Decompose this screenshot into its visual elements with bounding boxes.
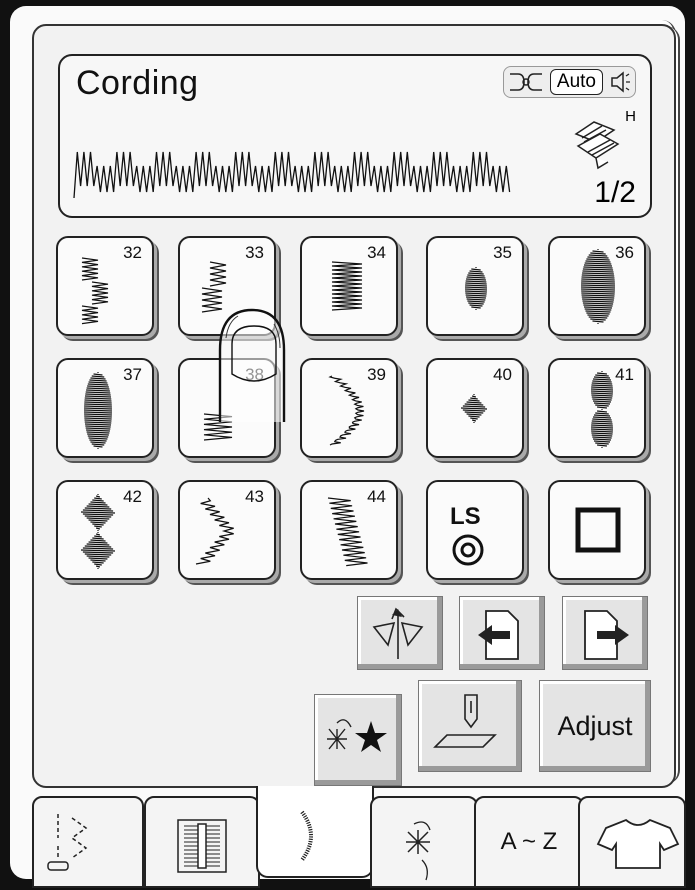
tab-utility-icon bbox=[47, 814, 88, 871]
tab-buttonhole[interactable] bbox=[144, 796, 260, 888]
stitch-key-42[interactable]: 42 bbox=[56, 480, 154, 580]
memory-button[interactable] bbox=[314, 694, 402, 786]
stitch-pattern-icon bbox=[331, 261, 363, 311]
memory-star-icon bbox=[327, 719, 387, 752]
stitch-key-41[interactable]: 41 bbox=[548, 358, 646, 458]
needle-position-icon bbox=[433, 694, 497, 748]
page-indicator: 1/2 bbox=[594, 176, 636, 209]
tab-buttonhole-icon bbox=[177, 819, 227, 873]
stitch-preview bbox=[73, 151, 511, 199]
stitch-pattern-icon bbox=[327, 497, 368, 567]
mirror-image-icon bbox=[372, 607, 424, 659]
stitch-key-35[interactable]: 35 bbox=[426, 236, 524, 336]
tab-alphabet[interactable]: A ~ Z bbox=[474, 796, 584, 888]
stitch-pattern-icon bbox=[81, 257, 109, 325]
needle-position-button[interactable] bbox=[418, 680, 522, 772]
tab-garment[interactable] bbox=[578, 796, 686, 888]
auto-tension-label: Auto bbox=[549, 69, 603, 95]
tab-garment-icon bbox=[596, 818, 680, 869]
stitch-pattern-icon bbox=[460, 394, 488, 423]
speaker-icon bbox=[611, 71, 630, 93]
stitch-pattern-icon bbox=[83, 372, 113, 449]
tab-satin[interactable] bbox=[256, 786, 374, 878]
stitch-pattern-icon bbox=[201, 261, 227, 313]
header-status-group: Auto bbox=[502, 66, 636, 98]
adjust-button[interactable]: Adjust bbox=[539, 680, 651, 772]
foot-code: H bbox=[625, 108, 636, 125]
lcd-screen: Cording Auto H 1/2 32 33 34 35 36 37 38 39 40 41 bbox=[32, 24, 676, 788]
stitch-key-38[interactable]: 38 bbox=[178, 358, 276, 458]
long-stitch-icon: LS bbox=[450, 503, 484, 566]
stitch-key-40[interactable]: 40 bbox=[426, 358, 524, 458]
stitch-key-32[interactable]: 32 bbox=[56, 236, 154, 336]
stitch-pattern-icon bbox=[590, 371, 614, 448]
tab-decorative-icon bbox=[406, 821, 431, 881]
mirror-image-button[interactable] bbox=[357, 596, 443, 670]
page-back-icon bbox=[478, 610, 519, 660]
stitch-key-extra-13[interactable]: LS bbox=[426, 480, 524, 580]
stitch-pattern-icon bbox=[328, 375, 365, 446]
presser-foot-icon bbox=[574, 121, 620, 170]
tab-utility[interactable] bbox=[32, 796, 144, 888]
stitch-pattern-icon bbox=[580, 249, 616, 324]
stitch-key-44[interactable]: 44 bbox=[300, 480, 398, 580]
ls-label: LS bbox=[450, 503, 481, 530]
stitch-key-37[interactable]: 37 bbox=[56, 358, 154, 458]
stitch-key-36[interactable]: 36 bbox=[548, 236, 646, 336]
stitch-key-34[interactable]: 34 bbox=[300, 236, 398, 336]
stitch-pattern-icon bbox=[203, 413, 233, 441]
tab-satin-icon bbox=[300, 810, 313, 862]
stitch-key-extra-14[interactable] bbox=[548, 480, 646, 580]
stitch-pattern-icon bbox=[464, 267, 488, 310]
tab-label: A ~ Z bbox=[500, 828, 558, 855]
tab-decorative[interactable] bbox=[370, 796, 478, 888]
square-pattern-icon bbox=[575, 507, 621, 553]
stitch-key-43[interactable]: 43 bbox=[178, 480, 276, 580]
stitch-header-panel: Cording Auto H 1/2 bbox=[58, 54, 652, 218]
machine-screen-frame: Cording Auto H 1/2 32 33 34 35 36 37 38 39 40 41 bbox=[10, 6, 686, 888]
page-back-button[interactable] bbox=[459, 596, 545, 670]
stitch-key-39[interactable]: 39 bbox=[300, 358, 398, 458]
page-forward-icon bbox=[584, 610, 629, 660]
page-forward-button[interactable] bbox=[562, 596, 648, 670]
stitch-pattern-icon bbox=[80, 494, 116, 569]
stitch-pattern-icon bbox=[195, 497, 234, 565]
thread-tension-icon bbox=[509, 73, 542, 91]
stitch-key-33[interactable]: 33 bbox=[178, 236, 276, 336]
category-title: Cording bbox=[76, 64, 199, 102]
